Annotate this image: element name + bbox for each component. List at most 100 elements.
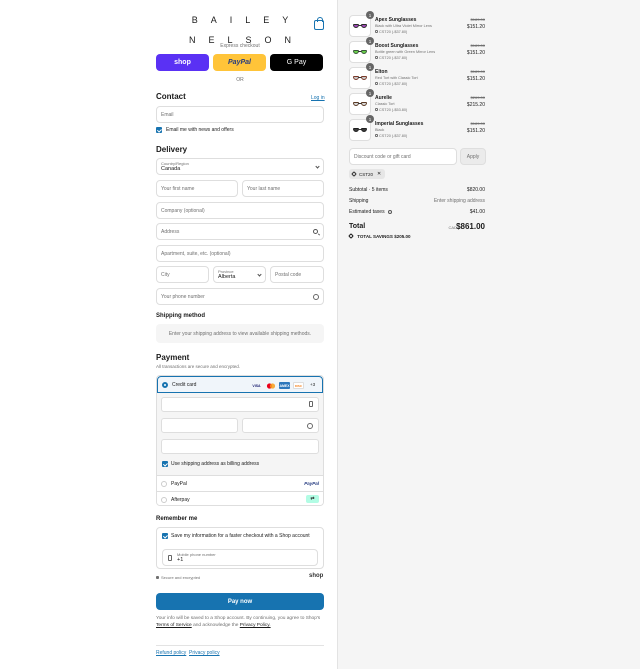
billing-same-checkbox[interactable] (162, 461, 168, 467)
cart-bag-icon[interactable] (314, 17, 324, 30)
original-price: $189.00 (470, 17, 485, 22)
apply-discount-button[interactable]: Apply (460, 148, 486, 165)
secure-label: Secure and encrypted (161, 575, 201, 580)
or-divider: OR (236, 77, 244, 83)
total-savings-row: TOTAL SAVINGS $205.00 (348, 233, 485, 241)
city-field[interactable]: City (156, 266, 209, 283)
remove-discount-icon[interactable]: ✕ (377, 171, 381, 177)
footer-divider (156, 645, 324, 646)
sunglasses-icon (353, 24, 367, 29)
product-discount: CST20 (-$53.80) (375, 108, 407, 112)
help-icon[interactable] (307, 423, 313, 429)
expiration-date-field[interactable] (161, 418, 238, 433)
apartment-field[interactable]: Apartment, suite, etc. (optional) (156, 245, 324, 262)
product-variant: Classic Tort (375, 102, 395, 106)
first-name-field[interactable]: Your first name (156, 180, 238, 197)
original-price: $269.00 (470, 95, 485, 100)
discover-icon: DISC (293, 382, 304, 389)
mastercard-icon (265, 382, 276, 389)
express-checkout-label: Express checkout (220, 43, 260, 49)
privacy-policy-footer-link[interactable]: Privacy policy (189, 650, 220, 656)
security-code-field[interactable] (242, 418, 319, 433)
shop-pay-button[interactable]: shop (156, 54, 209, 71)
discounted-price: $151.20 (466, 24, 485, 30)
shipping-method-placeholder: Enter your shipping address to view avai… (156, 324, 324, 343)
last-name-field[interactable]: Your last name (242, 180, 324, 197)
sunglasses-icon (353, 50, 367, 55)
company-field[interactable]: Company (optional) (156, 202, 324, 219)
save-info-checkbox[interactable] (162, 533, 168, 539)
address-field[interactable]: Address (156, 223, 324, 240)
login-link[interactable]: Log in (311, 95, 325, 101)
credit-card-form: Use shipping address as billing address (157, 393, 323, 475)
remember-me-box: Save my information for a faster checkou… (156, 527, 324, 569)
contact-title: Contact (156, 92, 186, 101)
afterpay-icon: ⇄ (306, 495, 319, 503)
legal-text: Your info will be saved to a Shop accoun… (156, 616, 321, 628)
discounted-price: $151.20 (466, 76, 485, 82)
product-discount: CST20 (-$37.80) (375, 56, 407, 60)
search-icon (313, 229, 318, 234)
delivery-title: Delivery (156, 145, 188, 154)
order-line-item: 1 Apex Sunglasses Black with Ultra Violet … (349, 11, 485, 37)
payment-methods: Credit card VISA AMEX DISC +3 Use shippi… (156, 375, 324, 506)
help-icon[interactable] (387, 209, 392, 214)
product-discount: CST20 (-$37.80) (375, 82, 407, 86)
country-select[interactable]: Country/Region Canada (156, 158, 324, 175)
name-on-card-field[interactable] (161, 439, 319, 454)
credit-card-label: Credit card (172, 382, 197, 388)
pay-now-button[interactable]: Pay now (156, 593, 324, 610)
total-row: Total CAD $861.00 (349, 222, 485, 231)
mobile-phone-field[interactable]: Mobile phone number +1 (162, 549, 318, 566)
afterpay-option[interactable]: Afterpay ⇄ (157, 491, 323, 505)
taxes-row: Estimated taxes $41.00 (349, 209, 485, 215)
newsletter-label: Email me with news and offers (166, 127, 234, 133)
paypal-button[interactable]: PayPal (213, 54, 266, 71)
discounted-price: $215.20 (466, 102, 485, 108)
discount-chip: CST20 ✕ (349, 169, 385, 179)
lock-icon (309, 401, 313, 407)
original-price: $189.00 (470, 69, 485, 74)
tag-icon (375, 30, 378, 33)
shop-logo: shop (309, 573, 324, 579)
afterpay-label: Afterpay (171, 497, 190, 503)
original-price: $189.00 (470, 121, 485, 126)
order-line-item: 1 Aurelie Classic Tort CST20 (-$53.80) $269.… (349, 89, 485, 115)
quantity-badge: 1 (366, 115, 374, 123)
phone-field[interactable]: Your phone number (156, 288, 324, 305)
card-number-field[interactable] (161, 397, 319, 412)
privacy-policy-link[interactable]: Privacy Policy. (240, 623, 271, 628)
credit-card-radio[interactable] (162, 382, 168, 388)
order-line-item: 1 Imperial Sunglasses Black CST20 (-$37.80)… (349, 115, 485, 141)
shipping-row: Shipping Enter shipping address (349, 198, 485, 204)
tag-icon (375, 134, 378, 137)
quantity-badge: 1 (366, 37, 374, 45)
province-select[interactable]: Province Alberta (213, 266, 266, 283)
credit-card-option[interactable]: Credit card VISA AMEX DISC +3 (157, 376, 323, 393)
subtotal-row: Subtotal · 5 items $820.00 (349, 187, 485, 193)
google-pay-button[interactable]: G Pay (270, 54, 323, 71)
afterpay-radio[interactable] (161, 497, 167, 503)
product-variant: Black (375, 128, 385, 132)
product-variant: Bottle green with Green Mirror Lens (375, 50, 436, 54)
discounted-price: $151.20 (466, 128, 485, 134)
quantity-badge: 1 (366, 11, 374, 19)
order-line-item: 1 Elton Red Tort with Classic Tort CST20 (-… (349, 63, 485, 89)
visa-icon: VISA (252, 383, 261, 388)
refund-policy-link[interactable]: Refund policy (156, 650, 186, 656)
discount-code-input[interactable]: Discount code or gift card (349, 148, 457, 165)
terms-of-service-link[interactable]: Terms of Service (156, 623, 192, 628)
help-icon[interactable] (313, 294, 319, 300)
postal-code-field[interactable]: Postal code (270, 266, 324, 283)
newsletter-checkbox[interactable] (156, 127, 162, 133)
paypal-label: PayPal (171, 481, 187, 487)
paypal-radio[interactable] (161, 481, 167, 487)
email-field[interactable]: Email (156, 106, 324, 123)
chevron-down-icon (257, 272, 262, 277)
sunglasses-icon (353, 128, 367, 133)
quantity-badge: 1 (366, 63, 374, 71)
payment-title: Payment (156, 353, 190, 362)
billing-same-label: Use shipping address as billing address (171, 461, 260, 467)
paypal-option[interactable]: PayPal PayPal (157, 475, 323, 491)
tag-icon (375, 82, 378, 85)
